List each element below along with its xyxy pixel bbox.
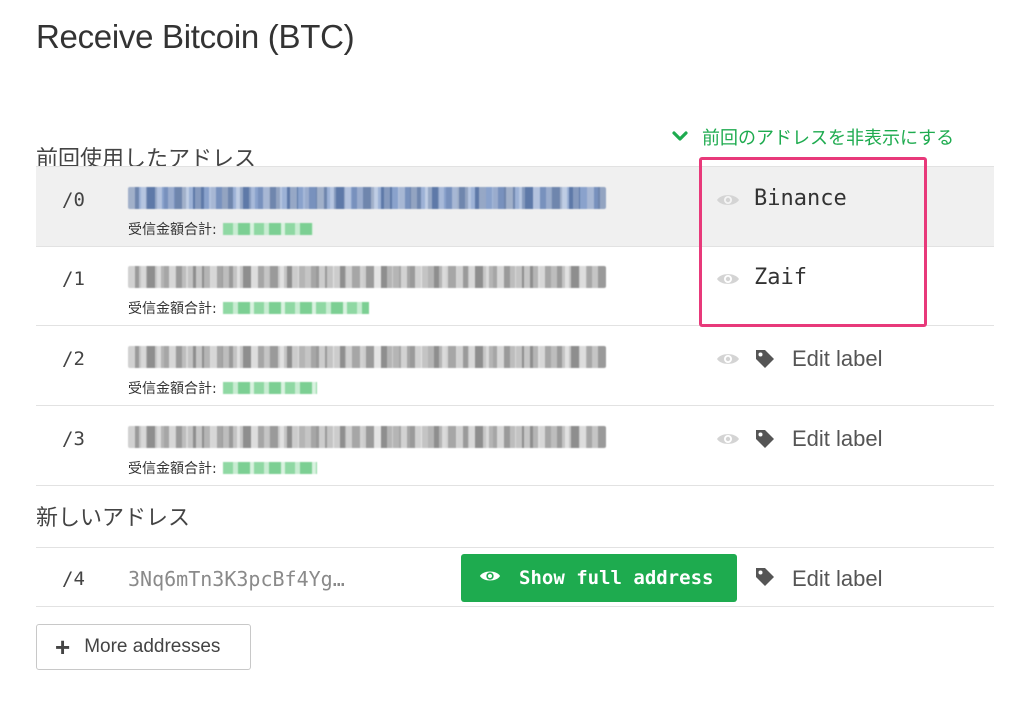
- address-index: /3: [62, 428, 85, 450]
- received-total: 受信金額合計:: [128, 219, 313, 239]
- address-index: /2: [62, 348, 85, 370]
- address-label[interactable]: Zaif: [754, 265, 807, 290]
- address-row-0: /0 受信金額合計: Binance: [36, 166, 994, 247]
- received-total: 受信金額合計:: [128, 458, 317, 478]
- address-label[interactable]: Binance: [754, 186, 847, 211]
- address-row-3: /3 受信金額合計: Edit label: [36, 406, 994, 486]
- address-blurred[interactable]: [128, 266, 606, 288]
- new-address-row: /4 3Nq6mTn3K3pcBf4Yg… Show full address …: [36, 547, 994, 607]
- eye-icon[interactable]: [716, 271, 740, 292]
- received-total-label: 受信金額合計:: [128, 461, 217, 477]
- address-index: /0: [62, 189, 85, 211]
- address-index: /1: [62, 268, 85, 290]
- received-total: 受信金額合計:: [128, 378, 317, 398]
- received-amount-blurred: [222, 302, 369, 314]
- edit-label-button[interactable]: Edit label: [792, 346, 883, 372]
- address-blurred[interactable]: [128, 426, 606, 448]
- received-total-label: 受信金額合計:: [128, 301, 217, 317]
- received-amount-blurred: [222, 462, 317, 474]
- address-blurred[interactable]: [128, 187, 606, 209]
- received-total-label: 受信金額合計:: [128, 222, 217, 238]
- eye-icon[interactable]: [716, 192, 740, 213]
- address-index: /4: [62, 568, 85, 590]
- new-address-heading: 新しいアドレス: [36, 506, 191, 531]
- more-addresses-button[interactable]: + More addresses: [36, 624, 251, 670]
- chevron-down-icon: [672, 131, 688, 143]
- short-address[interactable]: 3Nq6mTn3K3pcBf4Yg…: [128, 567, 345, 591]
- received-total: 受信金額合計:: [128, 298, 369, 318]
- eye-icon[interactable]: [716, 431, 740, 452]
- edit-label-button[interactable]: Edit label: [792, 426, 883, 452]
- address-row-2: /2 受信金額合計: Edit label: [36, 326, 994, 406]
- hide-previous-label: 前回のアドレスを非表示にする: [702, 128, 955, 149]
- tag-icon[interactable]: [754, 348, 776, 375]
- address-row-1: /1 受信金額合計: Zaif: [36, 246, 994, 326]
- edit-label-button[interactable]: Edit label: [792, 566, 883, 592]
- eye-icon[interactable]: [716, 351, 740, 372]
- received-amount-blurred: [222, 223, 313, 235]
- show-full-address-button[interactable]: Show full address: [461, 554, 737, 602]
- received-total-label: 受信金額合計:: [128, 381, 217, 397]
- address-blurred[interactable]: [128, 346, 606, 368]
- received-amount-blurred: [222, 382, 317, 394]
- more-addresses-label: More addresses: [84, 636, 221, 657]
- tag-icon[interactable]: [754, 428, 776, 455]
- page-title: Receive Bitcoin (BTC): [36, 18, 355, 55]
- eye-icon: [461, 567, 519, 589]
- plus-icon: +: [55, 632, 71, 662]
- tag-icon[interactable]: [754, 566, 776, 593]
- show-full-address-label: Show full address: [519, 567, 714, 589]
- hide-previous-addresses-toggle[interactable]: 前回のアドレスを非表示にする: [672, 124, 954, 150]
